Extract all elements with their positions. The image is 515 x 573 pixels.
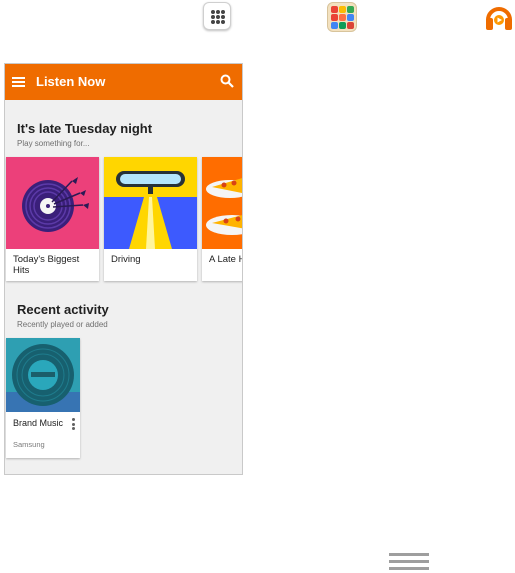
more-vert-icon[interactable] xyxy=(71,418,75,430)
card-driving[interactable]: Driving xyxy=(104,157,197,281)
recent-item-title: Brand Music xyxy=(13,418,64,428)
card-art-pizza xyxy=(202,157,242,249)
card-a-late-hang[interactable]: A Late Hang xyxy=(202,157,242,281)
app-bar: Listen Now xyxy=(5,64,242,100)
search-icon[interactable] xyxy=(220,74,234,88)
page-title: Listen Now xyxy=(36,74,106,89)
card-todays-biggest-hits[interactable]: Today's Biggest Hits xyxy=(6,157,99,281)
section-title-late-night: It's late Tuesday night xyxy=(17,121,153,136)
folder-icon[interactable] xyxy=(327,2,357,32)
section-subtitle-recent: Recently played or added xyxy=(17,320,108,329)
card-label: Today's Biggest Hits xyxy=(13,254,80,276)
card-label: A Late Hang xyxy=(209,254,242,265)
app-screen: Listen Now It's late Tuesday night Play … xyxy=(4,63,243,475)
menu-icon-bottom[interactable] xyxy=(389,553,429,570)
card-art-road xyxy=(104,157,197,249)
section-subtitle-late-night: Play something for... xyxy=(17,139,90,148)
apps-icon[interactable] xyxy=(203,2,231,30)
play-music-icon[interactable] xyxy=(484,2,514,32)
section-title-recent: Recent activity xyxy=(17,302,109,317)
recent-item-subtitle: Samsung xyxy=(13,440,45,449)
menu-icon[interactable] xyxy=(12,77,25,87)
recent-item-brand-music[interactable]: Brand Music Samsung xyxy=(6,338,80,458)
card-label: Driving xyxy=(111,254,141,265)
card-art-target xyxy=(6,157,99,249)
album-art xyxy=(6,338,80,412)
